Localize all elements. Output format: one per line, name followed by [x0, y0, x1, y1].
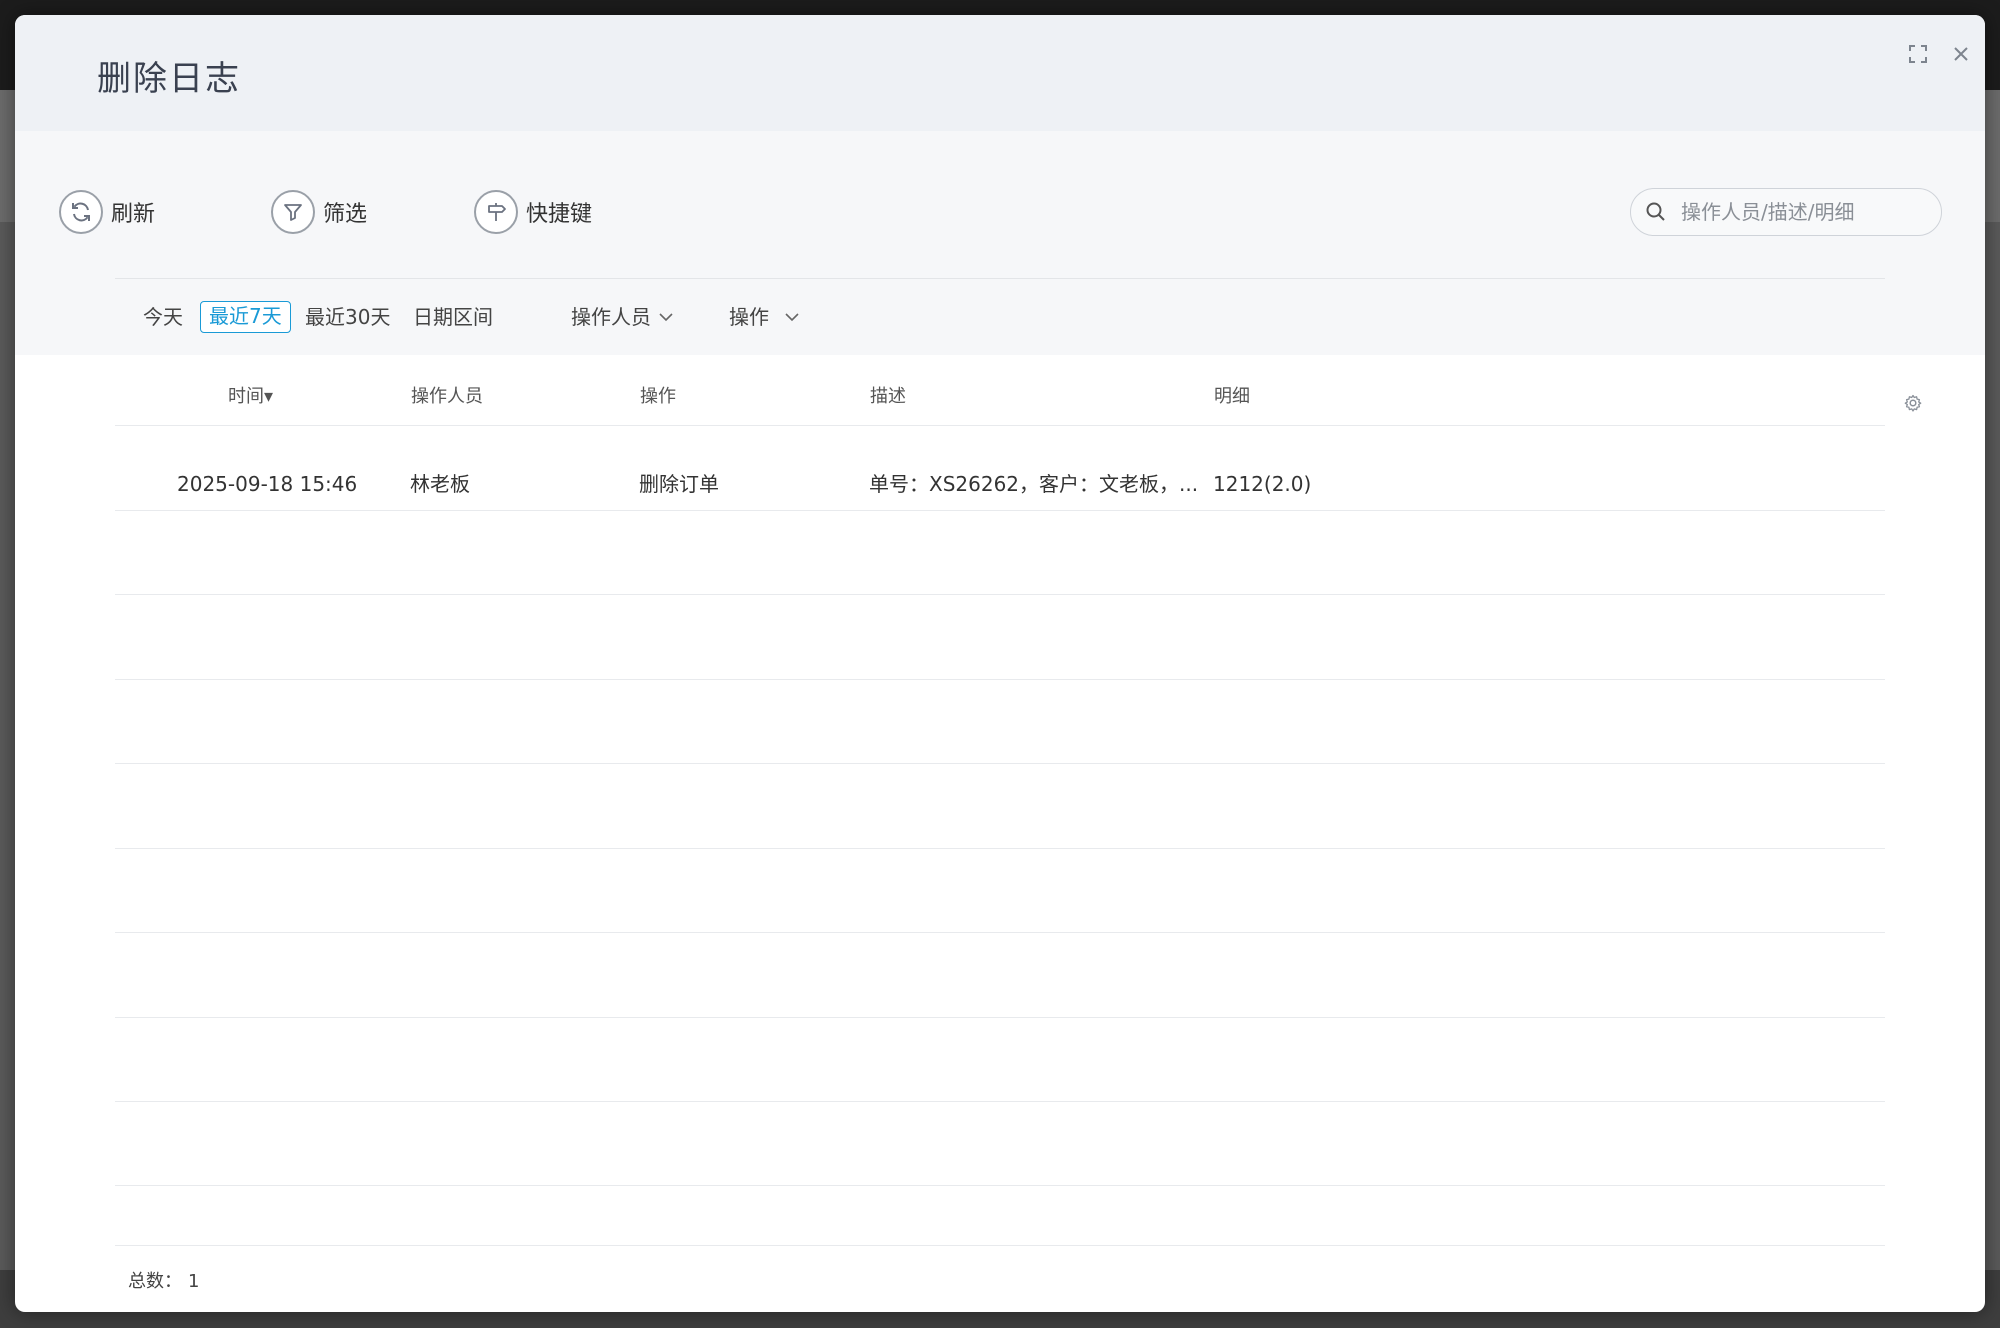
total-count: 总数： 1	[128, 1267, 205, 1293]
operation-dropdown-label: 操作	[729, 305, 769, 329]
row-divider	[115, 932, 1885, 933]
row-divider	[115, 848, 1885, 849]
column-header-operator: 操作人员	[411, 386, 483, 407]
fullscreen-icon	[1909, 45, 1927, 63]
refresh-icon	[72, 202, 90, 222]
filter-button[interactable]: 筛选	[271, 189, 367, 235]
fullscreen-button[interactable]	[1905, 41, 1931, 67]
filter-label: 筛选	[323, 202, 368, 227]
total-label: 总数：	[128, 1271, 182, 1292]
operator-dropdown[interactable]: 操作人员	[571, 301, 673, 333]
operation-dropdown[interactable]: 操作	[729, 301, 799, 333]
chevron-down-icon	[659, 312, 673, 322]
row-divider	[115, 763, 1885, 764]
refresh-icon-circle	[59, 190, 103, 234]
row-divider	[115, 594, 1885, 595]
filter-icon-circle	[271, 190, 315, 234]
table-header: 时间▾ 操作人员 操作 描述 明细	[15, 355, 1985, 441]
row-divider	[115, 510, 1885, 511]
column-header-time[interactable]: 时间▾	[228, 385, 273, 409]
chevron-down-icon	[785, 312, 799, 322]
shortcut-label: 快捷键	[526, 202, 593, 227]
date-filter-last-7-days[interactable]: 最近7天	[200, 301, 291, 333]
signpost-icon	[488, 203, 506, 221]
delete-log-dialog: 删除日志 刷新 筛选 快捷键 操作人员/描述/明细 今天 最近7天 最近30天 …	[15, 15, 1985, 1312]
row-divider	[115, 1017, 1885, 1018]
column-header-detail: 明细	[1214, 386, 1250, 407]
date-filter-today[interactable]: 今天	[143, 301, 183, 333]
row-divider	[115, 425, 1885, 426]
dialog-header: 删除日志	[15, 15, 1985, 131]
shortcut-button[interactable]: 快捷键	[474, 189, 592, 235]
filter-icon	[284, 204, 302, 221]
row-divider	[115, 679, 1885, 680]
search-icon	[1645, 201, 1667, 223]
table-row[interactable]: 2025-09-18 15:46 林老板 删除订单 单号：XS26262，客户：…	[15, 441, 1985, 525]
dialog-title: 删除日志	[97, 59, 241, 99]
row-divider	[115, 1185, 1885, 1186]
toolbar: 刷新 筛选 快捷键 操作人员/描述/明细 今天 最近7天 最近30天 日期区间 …	[15, 131, 1985, 355]
cell-time: 2025-09-18 15:46	[177, 472, 358, 496]
row-divider	[115, 1245, 1885, 1246]
shortcut-icon-circle	[474, 190, 518, 234]
refresh-label: 刷新	[111, 202, 156, 227]
cell-detail: 1212(2.0)	[1213, 472, 1312, 496]
cell-description: 单号：XS26262，客户：文老板，...	[869, 472, 1199, 496]
gear-icon[interactable]	[1903, 393, 1923, 413]
close-button[interactable]	[1948, 41, 1974, 67]
column-header-operation: 操作	[640, 386, 676, 407]
column-header-description: 描述	[870, 386, 906, 407]
date-filter-range[interactable]: 日期区间	[413, 301, 493, 333]
cell-operator: 林老板	[410, 472, 470, 496]
date-filter-last-30-days[interactable]: 最近30天	[305, 301, 390, 333]
row-divider	[115, 1101, 1885, 1102]
search-input[interactable]	[1679, 199, 1923, 225]
operator-dropdown-label: 操作人员	[571, 305, 651, 329]
cell-operation: 删除订单	[639, 472, 719, 496]
filter-divider	[115, 278, 1885, 279]
total-value: 1	[188, 1271, 200, 1292]
search-box	[1630, 188, 1942, 236]
close-icon	[1954, 47, 1968, 61]
refresh-button[interactable]: 刷新	[59, 189, 155, 235]
